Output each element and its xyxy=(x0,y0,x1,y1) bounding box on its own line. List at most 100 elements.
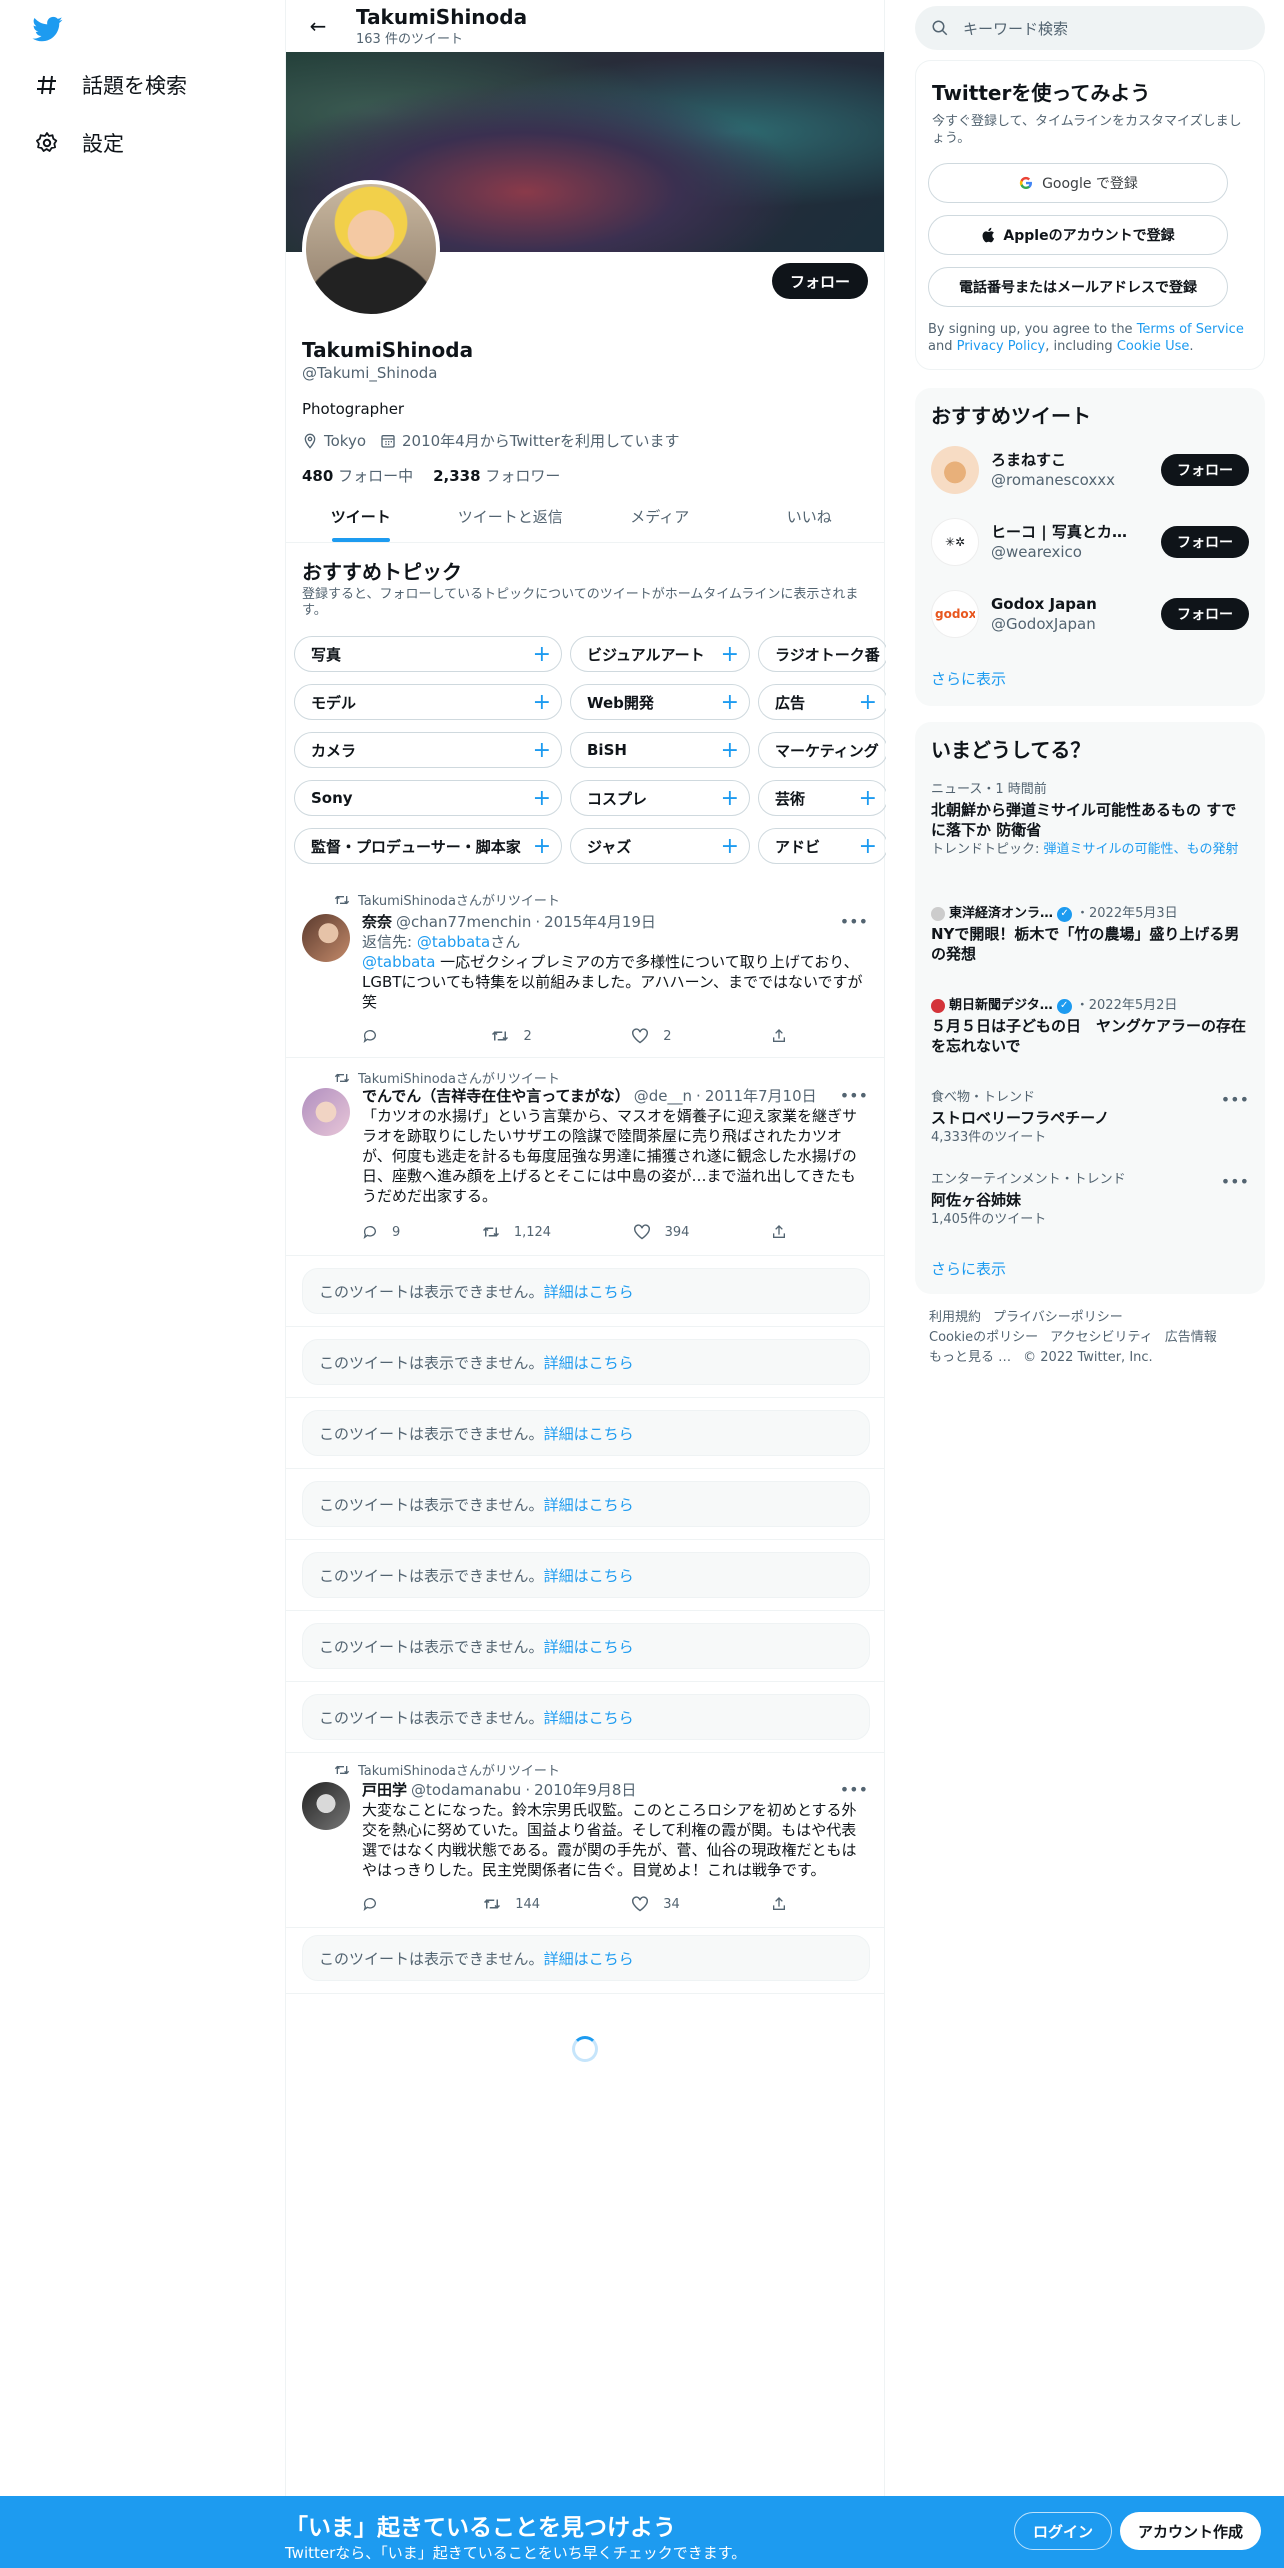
recommended-user[interactable]: ろまねすこ @romanescoxxx フォロー xyxy=(931,444,1249,496)
retweet-button[interactable]: 144 xyxy=(483,1896,540,1912)
author-handle[interactable]: @chan77menchin xyxy=(396,912,531,932)
author-handle[interactable]: @todamanabu xyxy=(411,1780,521,1800)
topic-chip[interactable]: モデル + xyxy=(294,684,562,720)
details-link[interactable]: 詳細はこちら xyxy=(544,1707,634,1728)
topic-chip[interactable]: 監督・プロデューサー・脚本家 + xyxy=(294,828,562,864)
tab-media[interactable]: メディア xyxy=(585,490,735,542)
share-button[interactable] xyxy=(771,1896,787,1912)
topic-chip[interactable]: 広告 + xyxy=(758,684,886,720)
twitter-logo-icon[interactable] xyxy=(30,14,66,44)
tweet[interactable]: TakumiShinodaさんがリツイート 戸田学 @todamanabu · 201… xyxy=(286,1750,884,1928)
tweet-date[interactable]: 2010年9月8日 xyxy=(534,1780,636,1800)
avatar[interactable] xyxy=(302,1782,350,1830)
plus-icon[interactable]: + xyxy=(859,834,877,859)
reply-button[interactable] xyxy=(362,1896,392,1912)
trend-item[interactable]: ニュース・1 時間前 北朝鮮から弾道ミサイル可能性あるもの すでに落下か 防衛省… xyxy=(931,782,1249,858)
topic-chip[interactable]: アドビ + xyxy=(758,828,886,864)
footer-link[interactable]: Cookieのポリシー xyxy=(929,1330,1038,1345)
plus-icon[interactable]: + xyxy=(533,786,551,811)
avatar[interactable] xyxy=(302,914,350,962)
privacy-link[interactable]: Privacy Policy xyxy=(957,339,1046,354)
show-more-link[interactable]: さらに表示 xyxy=(931,1258,1006,1279)
avatar[interactable] xyxy=(302,1088,350,1136)
more-options-icon[interactable]: ••• xyxy=(840,912,868,932)
topic-chip[interactable]: Web開発 + xyxy=(570,684,750,720)
tweet[interactable]: TakumiShinodaさんがリツイート でんでん（吉祥寺在住や言ってまがな）… xyxy=(286,1058,884,1256)
tweet-date[interactable]: 2011年7月10日 xyxy=(705,1086,817,1106)
topic-chip[interactable]: BiSH + xyxy=(570,732,750,768)
followers-link[interactable]: 2,338 フォロワー xyxy=(433,465,560,486)
topic-chip[interactable]: 芸術 + xyxy=(758,780,886,816)
plus-icon[interactable]: + xyxy=(721,738,739,763)
show-more-link[interactable]: さらに表示 xyxy=(931,668,1006,689)
author-name[interactable]: 戸田学 xyxy=(362,1780,407,1800)
google-signup-button[interactable]: Google で登録 xyxy=(928,163,1228,203)
search-box[interactable]: キーワード検索 xyxy=(915,6,1265,50)
details-link[interactable]: 詳細はこちら xyxy=(544,1494,634,1515)
reply-button[interactable] xyxy=(362,1028,392,1044)
follow-button[interactable]: フォロー xyxy=(1161,526,1249,558)
reply-button[interactable]: 9 xyxy=(362,1224,400,1240)
topic-chip[interactable]: ビジュアルアート + xyxy=(570,636,750,672)
mention-link[interactable]: @tabbata xyxy=(362,953,435,971)
more-options-icon[interactable]: ••• xyxy=(840,1086,868,1106)
footer-link[interactable]: 利用規約 xyxy=(929,1310,981,1325)
plus-icon[interactable]: + xyxy=(721,690,739,715)
cookie-link[interactable]: Cookie Use xyxy=(1117,339,1190,354)
retweet-button[interactable]: 2 xyxy=(491,1028,532,1044)
plus-icon[interactable]: + xyxy=(721,834,739,859)
phone-email-signup-button[interactable]: 電話番号またはメールアドレスで登録 xyxy=(928,267,1228,307)
details-link[interactable]: 詳細はこちら xyxy=(544,1636,634,1657)
topic-chip[interactable]: コスプレ + xyxy=(570,780,750,816)
details-link[interactable]: 詳細はこちら xyxy=(544,1352,634,1373)
topic-chip[interactable]: マーケティング+ xyxy=(758,732,886,768)
terms-link[interactable]: Terms of Service xyxy=(1137,322,1244,337)
author-name[interactable]: 奈奈 xyxy=(362,912,392,932)
author-handle[interactable]: @de__n xyxy=(634,1086,692,1106)
details-link[interactable]: 詳細はこちら xyxy=(544,1948,634,1969)
share-button[interactable] xyxy=(771,1224,787,1240)
plus-icon[interactable]: + xyxy=(533,642,551,667)
topic-chip[interactable]: カメラ + xyxy=(294,732,562,768)
topic-chip[interactable]: ラジオトーク番+ xyxy=(758,636,886,672)
nav-explore[interactable]: 話題を検索 xyxy=(34,70,187,100)
tab-tweets[interactable]: ツイート xyxy=(286,490,436,542)
retweet-button[interactable]: 1,124 xyxy=(482,1224,551,1240)
more-options-icon[interactable]: ••• xyxy=(1221,1090,1249,1109)
trend-item[interactable]: 朝日新聞デジタ… ✓ ・2022年5月2日 ５月５日は子どもの日 ヤングケアラーの存… xyxy=(931,998,1249,1056)
author-name[interactable]: でんでん（吉祥寺在住や言ってまがな） xyxy=(362,1086,630,1106)
topic-chip[interactable]: Sony + xyxy=(294,780,562,816)
signup-button[interactable]: アカウント作成 xyxy=(1120,2512,1262,2550)
plus-icon[interactable]: + xyxy=(721,642,739,667)
topic-chip[interactable]: ジャズ + xyxy=(570,828,750,864)
trend-item[interactable]: 食べ物・トレンド ストロベリーフラペチーノ 4,333件のツイート ••• xyxy=(931,1090,1249,1146)
footer-link[interactable]: 広告情報 xyxy=(1165,1330,1217,1345)
plus-icon[interactable]: + xyxy=(533,834,551,859)
details-link[interactable]: 詳細はこちら xyxy=(544,1565,634,1586)
topic-chip[interactable]: 写真 + xyxy=(294,636,562,672)
plus-icon[interactable]: + xyxy=(721,786,739,811)
trend-item[interactable]: 東洋経済オンラ… ✓ ・2022年5月3日 NYで開眼！栃木で「竹の農場」盛り上げる… xyxy=(931,906,1249,964)
trend-topic-link[interactable]: 弾道ミサイルの可能性、もの発射 xyxy=(1044,842,1239,857)
following-link[interactable]: 480 フォロー中 xyxy=(302,465,413,486)
tweet-date[interactable]: 2015年4月19日 xyxy=(544,912,656,932)
plus-icon[interactable]: + xyxy=(859,690,877,715)
follow-button[interactable]: フォロー xyxy=(1161,454,1249,486)
apple-signup-button[interactable]: Appleのアカウントで登録 xyxy=(928,215,1228,255)
follow-button[interactable]: フォロー xyxy=(771,263,868,299)
tab-likes[interactable]: いいね xyxy=(735,490,885,542)
tab-tweets-replies[interactable]: ツイートと返信 xyxy=(436,490,586,542)
footer-link[interactable]: プライバシーポリシー xyxy=(993,1310,1123,1325)
reply-to-link[interactable]: @tabbata xyxy=(417,933,490,951)
back-arrow-icon[interactable]: ← xyxy=(300,8,336,44)
follow-button[interactable]: フォロー xyxy=(1161,598,1249,630)
tweet[interactable]: TakumiShinodaさんがリツイート 奈奈 @chan77menchin · 2… xyxy=(286,880,884,1058)
nav-settings[interactable]: 設定 xyxy=(34,128,124,158)
login-button[interactable]: ログイン xyxy=(1014,2512,1113,2550)
share-button[interactable] xyxy=(771,1028,787,1044)
search-input[interactable]: キーワード検索 xyxy=(963,18,1068,39)
recommended-user[interactable]: godox Godox Japan @GodoxJapan フォロー xyxy=(931,588,1249,640)
recommended-user[interactable]: ✳︎✲ ヒーコ | 写真とカメ… @wearexico フォロー xyxy=(931,516,1249,568)
plus-icon[interactable]: + xyxy=(533,690,551,715)
footer-link[interactable]: アクセシビリティ xyxy=(1050,1330,1153,1345)
